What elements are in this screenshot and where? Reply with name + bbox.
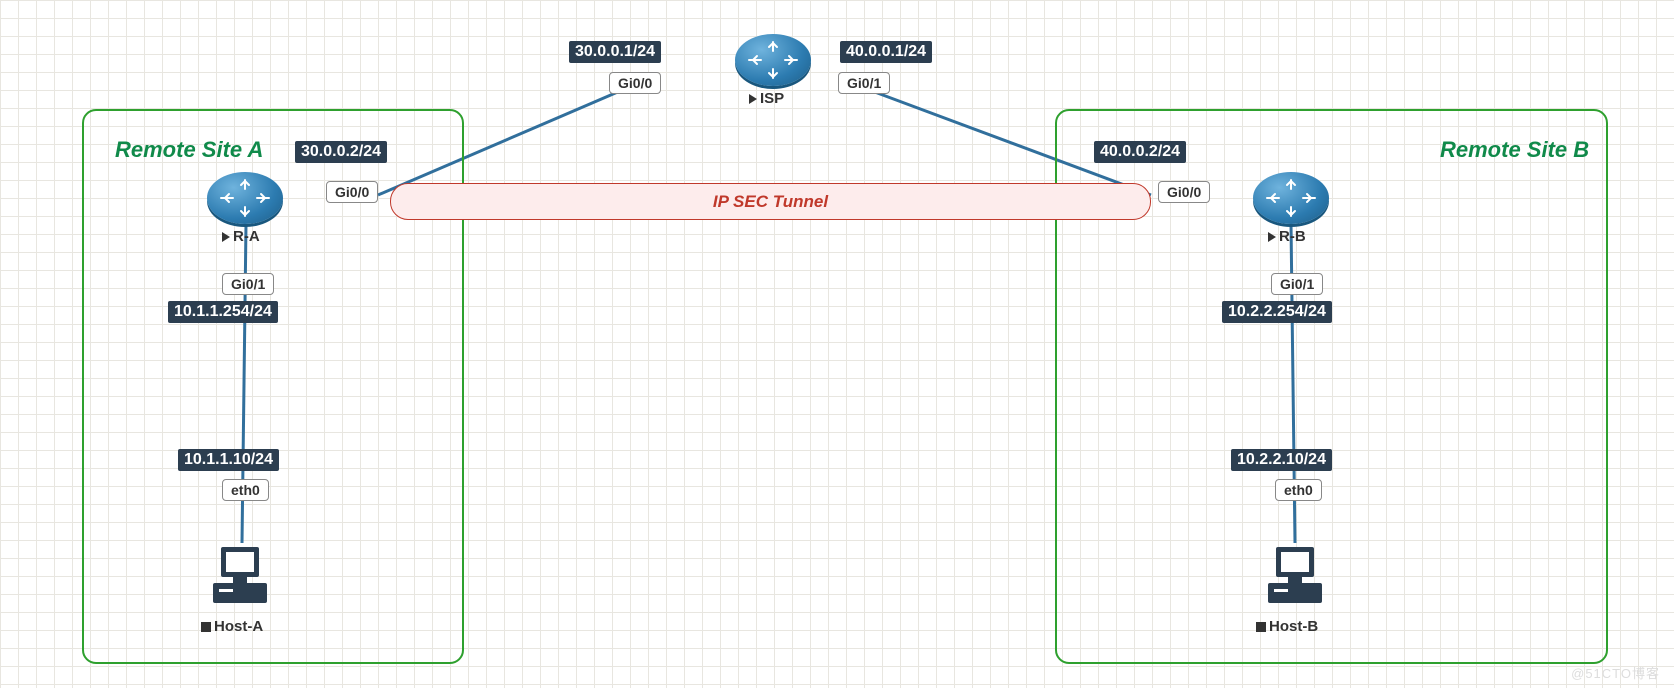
- router-ra: [207, 172, 283, 224]
- host-b: [1260, 543, 1330, 613]
- router-isp: [735, 34, 811, 86]
- port-isp-g00: Gi0/0: [609, 72, 661, 94]
- site-a-title: Remote Site A: [115, 137, 263, 163]
- port-isp-g01: Gi0/1: [838, 72, 890, 94]
- stop-icon: [201, 622, 211, 632]
- stop-icon: [1256, 622, 1266, 632]
- port-ra-g01: Gi0/1: [222, 273, 274, 295]
- addr-isp-g00: 30.0.0.1/24: [569, 41, 661, 63]
- label-ra: R-A: [222, 228, 260, 245]
- tunnel-label: IP SEC Tunnel: [713, 192, 828, 212]
- port-hostb-eth0: eth0: [1275, 479, 1322, 501]
- label-rb: R-B: [1268, 228, 1306, 245]
- isp-label-text: ISP: [760, 90, 784, 107]
- port-hosta-eth0: eth0: [222, 479, 269, 501]
- play-icon: [749, 94, 757, 104]
- port-rb-g01: Gi0/1: [1271, 273, 1323, 295]
- addr-hosta: 10.1.1.10/24: [178, 449, 279, 471]
- addr-hostb: 10.2.2.10/24: [1231, 449, 1332, 471]
- rb-label-text: R-B: [1279, 228, 1306, 245]
- addr-rb-g00: 40.0.0.2/24: [1094, 141, 1186, 163]
- label-isp: ISP: [749, 90, 784, 107]
- hosta-label-text: Host-A: [214, 618, 263, 635]
- router-rb: [1253, 172, 1329, 224]
- ra-label-text: R-A: [233, 228, 260, 245]
- label-hosta: Host-A: [201, 618, 263, 635]
- addr-isp-g01: 40.0.0.1/24: [840, 41, 932, 63]
- site-b-title: Remote Site B: [1440, 137, 1589, 163]
- ipsec-tunnel: IP SEC Tunnel: [390, 183, 1151, 220]
- host-a: [205, 543, 275, 613]
- addr-ra-g00: 30.0.0.2/24: [295, 141, 387, 163]
- port-ra-g00: Gi0/0: [326, 181, 378, 203]
- addr-rb-g01: 10.2.2.254/24: [1222, 301, 1332, 323]
- play-icon: [222, 232, 230, 242]
- label-hostb: Host-B: [1256, 618, 1318, 635]
- addr-ra-g01: 10.1.1.254/24: [168, 301, 278, 323]
- hostb-label-text: Host-B: [1269, 618, 1318, 635]
- watermark: @51CTO博客: [1571, 663, 1660, 682]
- play-icon: [1268, 232, 1276, 242]
- port-rb-g00: Gi0/0: [1158, 181, 1210, 203]
